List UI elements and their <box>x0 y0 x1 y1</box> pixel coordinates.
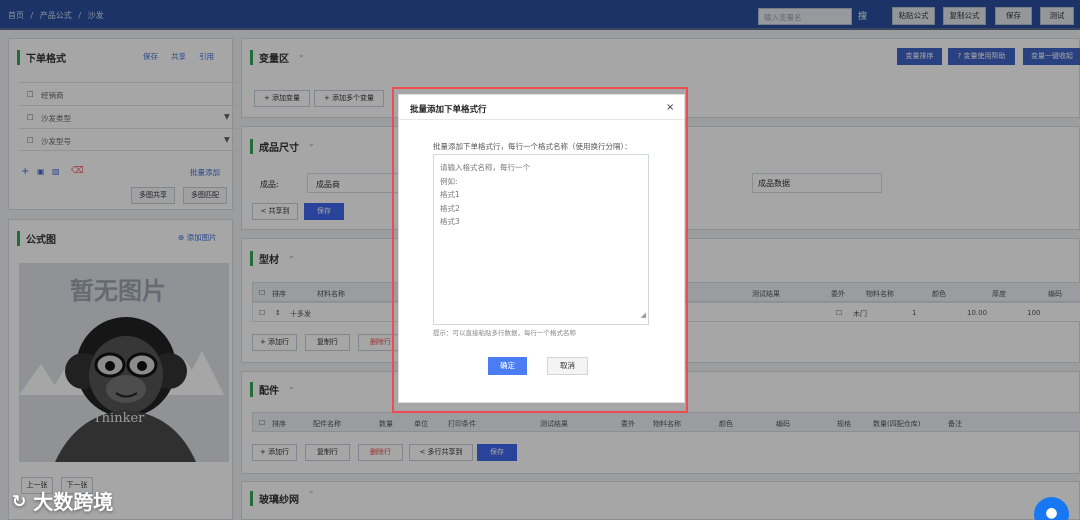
brand-logo: ↻ 大数跨境 <box>12 486 113 515</box>
paste-hint: 提示：可以直接粘贴多行数据，每行一个格式名称 <box>433 329 576 337</box>
batch-add-format-dialog: 批量添加下单格式行 × 批量添加下单格式行，每行一个格式名称（使用换行分隔）： … <box>399 95 684 402</box>
close-icon[interactable]: × <box>666 102 674 113</box>
dialog-header: 批量添加下单格式行 × <box>399 95 684 120</box>
brand-logo-text: 大数跨境 <box>33 490 114 514</box>
format-names-textarea[interactable]: 请输入格式名称，每行一个 例如: 格式1 格式2 格式3 ◢ <box>433 154 649 325</box>
placeholder-line: 格式1 <box>440 190 460 199</box>
resize-handle-icon[interactable]: ◢ <box>641 309 646 323</box>
dialog-description: 批量添加下单格式行，每行一个格式名称（使用换行分隔）： <box>433 142 632 151</box>
placeholder-line: 请输入格式名称，每行一个 <box>440 163 530 172</box>
brand-logo-icon: ↻ <box>12 492 27 512</box>
placeholder-line: 格式3 <box>440 217 460 226</box>
confirm-button[interactable]: 确定 <box>488 357 527 375</box>
placeholder-line: 例如: <box>440 176 458 186</box>
placeholder-line: 格式2 <box>440 203 460 213</box>
cancel-button[interactable]: 取消 <box>547 357 588 375</box>
dialog-title: 批量添加下单格式行 <box>410 105 487 115</box>
